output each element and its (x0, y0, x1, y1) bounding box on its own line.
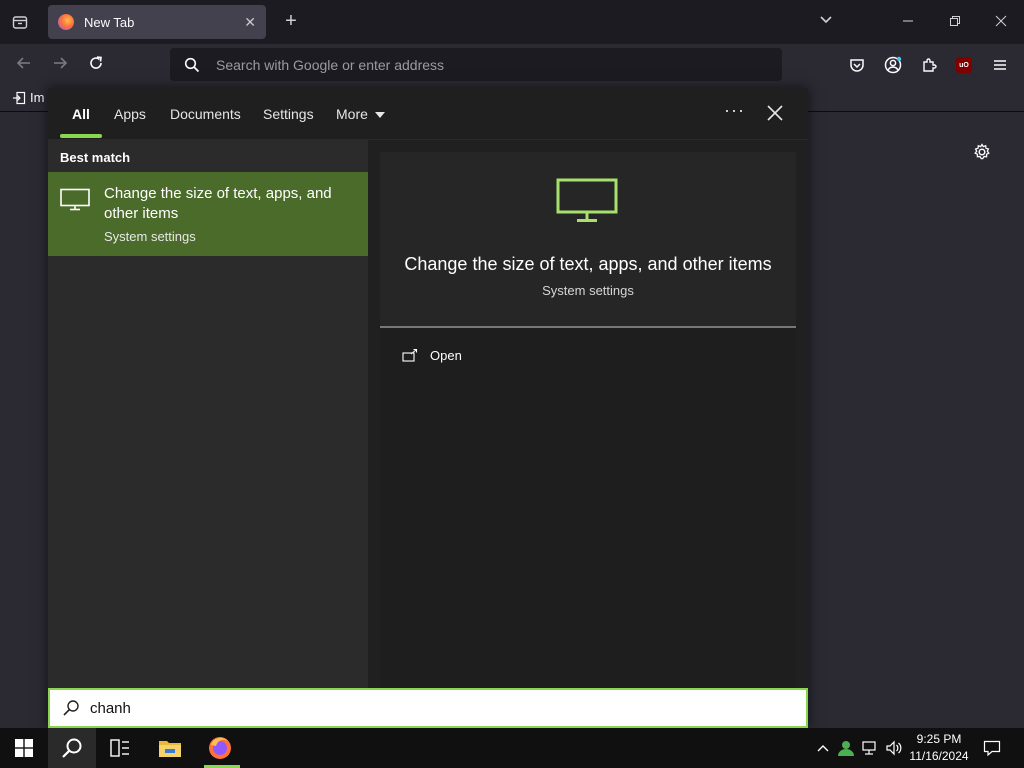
tab-title: New Tab (84, 14, 135, 30)
list-all-tabs-icon[interactable] (816, 12, 836, 32)
firefox-taskbar-icon[interactable] (196, 728, 244, 768)
windows-search-panel: All Apps Documents Settings More ··· Bes… (48, 88, 808, 728)
import-bookmarks-item[interactable]: Im (12, 90, 44, 105)
tab-apps[interactable]: Apps (114, 106, 146, 122)
menu-hamburger-icon[interactable] (989, 54, 1011, 76)
restore-button[interactable] (943, 10, 967, 34)
chevron-down-icon (374, 112, 385, 119)
pocket-icon[interactable] (846, 54, 868, 76)
tab-all[interactable]: All (72, 106, 90, 122)
start-windows-icon[interactable] (0, 728, 48, 768)
search-filter-tabs: All Apps Documents Settings More ··· (48, 88, 808, 140)
forward-icon[interactable] (48, 53, 72, 77)
taskbar-search-icon[interactable] (48, 728, 96, 768)
address-bar[interactable] (170, 48, 782, 81)
back-icon[interactable] (12, 53, 36, 77)
show-hidden-icons-chevron-up-icon[interactable] (814, 728, 832, 768)
monitor-icon (556, 178, 618, 224)
people-icon[interactable] (836, 728, 856, 768)
monitor-icon (60, 188, 90, 212)
preview-header: Change the size of text, apps, and other… (380, 152, 796, 328)
tab-more-label: More (336, 106, 368, 122)
best-match-heading: Best match (60, 150, 131, 165)
preview-title: Change the size of text, apps, and other… (404, 254, 772, 274)
task-view-icon[interactable] (96, 728, 144, 768)
new-tab-button[interactable]: + (280, 10, 302, 32)
navigation-toolbar: uO (0, 44, 1024, 86)
search-icon (62, 699, 80, 717)
page-settings-gear-icon[interactable] (972, 142, 992, 162)
search-input[interactable] (90, 699, 770, 717)
reload-icon[interactable] (84, 53, 108, 77)
import-icon (13, 91, 26, 104)
url-input[interactable] (216, 56, 756, 73)
more-options-icon[interactable]: ··· (724, 100, 745, 121)
tab-settings[interactable]: Settings (263, 106, 314, 122)
action-center-notification-icon[interactable] (980, 728, 1004, 768)
best-match-result[interactable]: Change the size of text, apps, and other… (48, 172, 368, 256)
tab-documents[interactable]: Documents (170, 106, 241, 122)
firefox-view-icon[interactable] (8, 10, 32, 34)
preview-actions (380, 328, 796, 688)
taskbar-clock[interactable]: 9:25 PM 11/16/2024 (904, 731, 974, 765)
open-label: Open (430, 348, 462, 363)
volume-icon[interactable] (884, 728, 904, 768)
search-box[interactable] (48, 688, 808, 728)
open-action[interactable]: Open (402, 348, 462, 363)
import-bookmarks-label: Im (30, 90, 45, 105)
search-icon (184, 57, 200, 73)
preview-subtitle: System settings (542, 283, 634, 298)
firefox-icon (58, 14, 74, 30)
active-tab-indicator (60, 134, 102, 138)
network-icon[interactable] (860, 728, 880, 768)
result-title: Change the size of text, apps, and other… (104, 185, 332, 222)
clock-date: 11/16/2024 (909, 749, 969, 763)
close-window-button[interactable] (989, 10, 1013, 34)
clock-time: 9:25 PM (916, 732, 962, 746)
ublock-origin-icon[interactable]: uO (953, 54, 975, 76)
open-icon (402, 348, 418, 362)
extensions-icon[interactable] (918, 54, 940, 76)
file-explorer-icon[interactable] (146, 728, 194, 768)
minimize-button[interactable] (896, 10, 920, 34)
taskbar: 9:25 PM 11/16/2024 (0, 728, 1024, 768)
tab-more[interactable]: More (336, 106, 385, 122)
result-subtitle: System settings (104, 229, 196, 244)
account-icon[interactable] (882, 54, 904, 76)
close-icon[interactable] (764, 102, 786, 124)
preview-pane: Change the size of text, apps, and other… (380, 152, 796, 688)
results-list: Best match Change the size of text, apps… (48, 140, 368, 688)
tab-new-tab[interactable]: New Tab ✕ (48, 5, 266, 39)
browser-tab-bar: New Tab ✕ + (0, 0, 1024, 44)
tab-close-icon[interactable]: ✕ (244, 14, 256, 31)
